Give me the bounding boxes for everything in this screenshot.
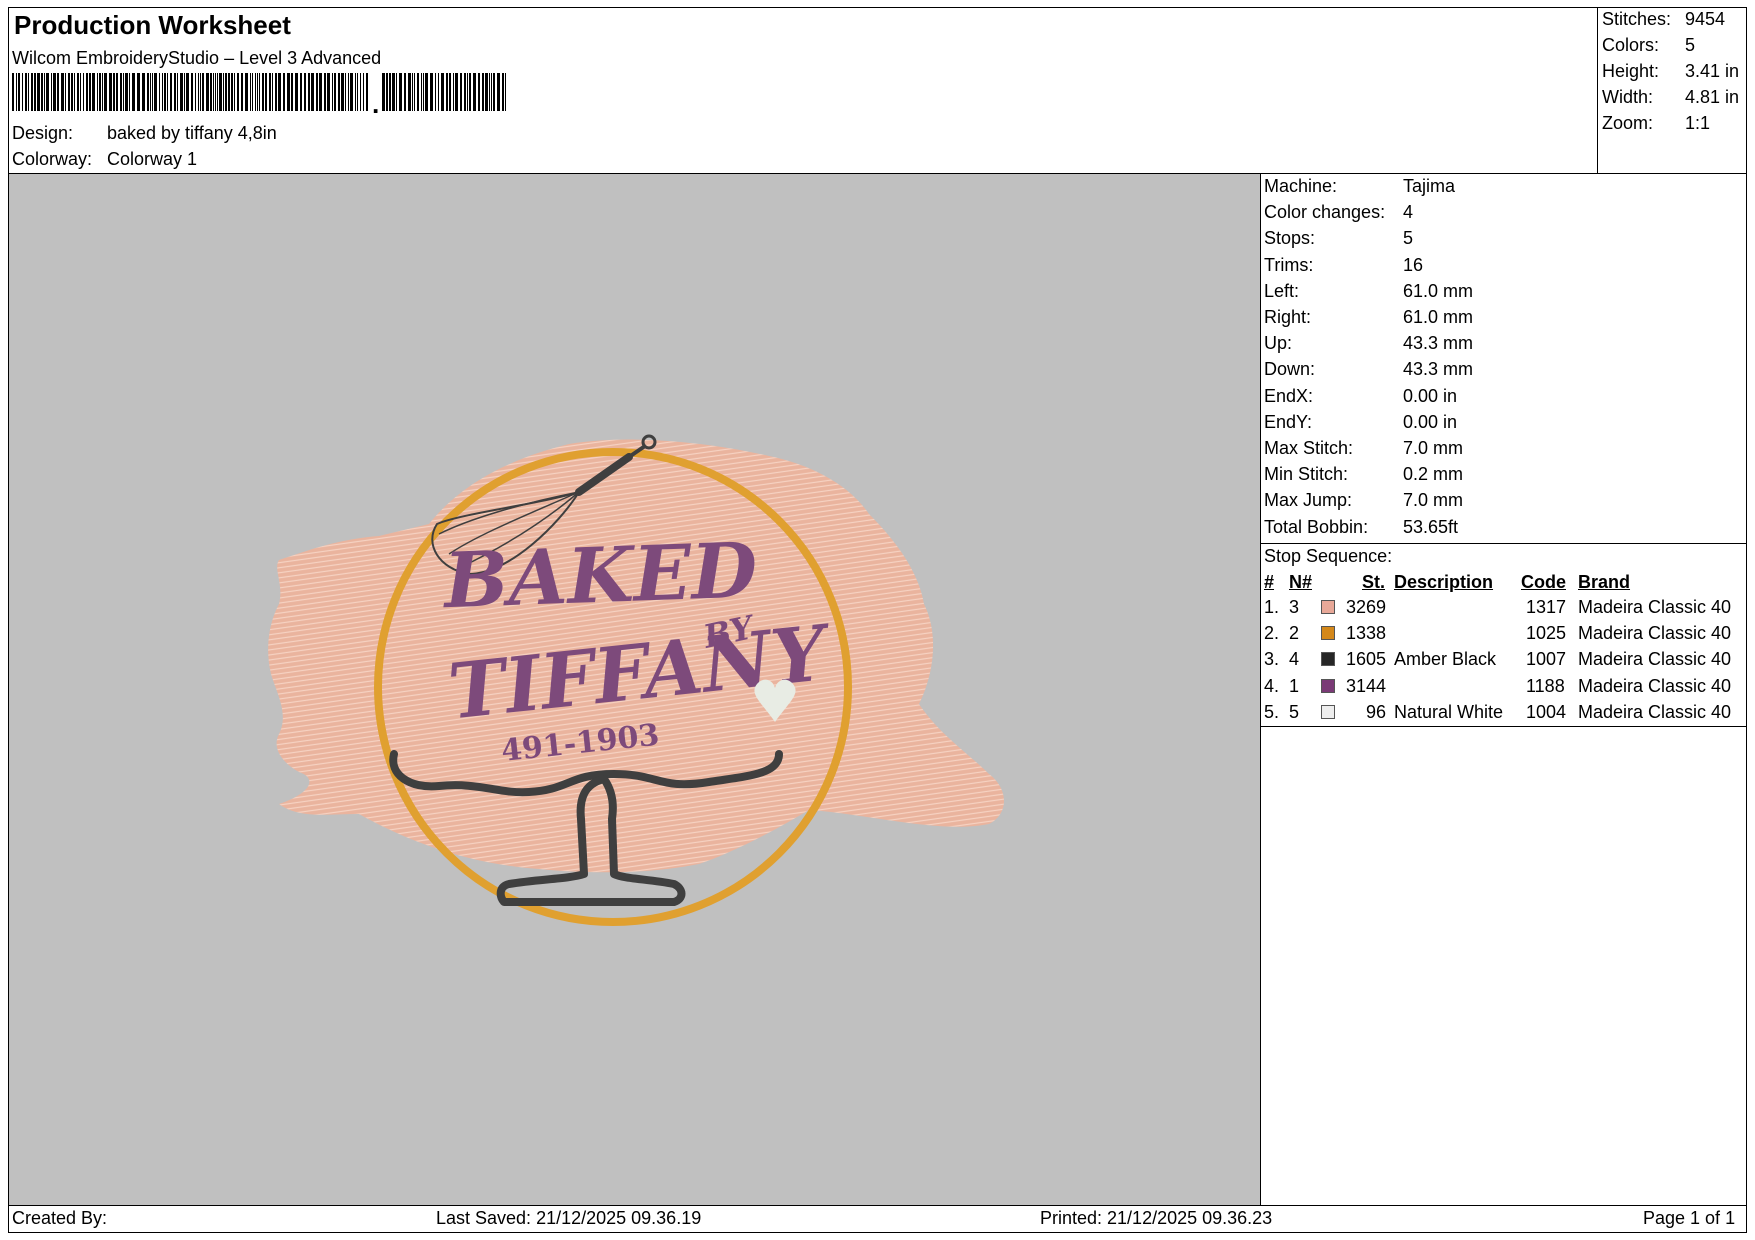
stop-row: 2. 2 1338 1025 Madeira Classic 40 — [1264, 623, 1744, 647]
thread-code: 1007 — [1526, 649, 1567, 670]
col-needle: N# — [1289, 572, 1313, 592]
stop-row: 3. 4 1605 Amber Black 1007 Madeira Classic 40 — [1264, 649, 1744, 673]
needle-number: 1 — [1289, 675, 1300, 696]
thread-brand: Madeira Classic 40 — [1578, 649, 1732, 670]
machine-info-label: Down: — [1264, 359, 1316, 380]
brand-line1: BAKED — [441, 525, 759, 625]
needle-number: 4 — [1289, 649, 1300, 670]
summary-value: 4.81 in — [1685, 87, 1740, 107]
col-description: Description — [1394, 572, 1494, 592]
machine-info-value: 0.2 mm — [1403, 464, 1464, 485]
machine-info-label: Right: — [1264, 307, 1312, 327]
machine-info-value: 43.3 mm — [1403, 333, 1474, 354]
machine-info-label: EndY: — [1264, 411, 1313, 432]
summary-value: 3.41 in — [1685, 61, 1740, 81]
summary-value: 1:1 — [1685, 113, 1711, 133]
barcode: , — [12, 73, 506, 113]
machine-info-value: Tajima — [1403, 176, 1456, 196]
col-num: # — [1264, 572, 1275, 592]
color-swatch — [1321, 626, 1335, 641]
machine-info-value: 61.0 mm — [1403, 307, 1474, 327]
stop-row: 5. 5 96 Natural White 1004 Madeira Classic 40 — [1264, 702, 1744, 726]
stop-row: 4. 1 3144 1188 Madeira Classic 40 — [1264, 676, 1744, 700]
machine-info-value: 0.00 in — [1403, 385, 1458, 406]
needle-number: 3 — [1289, 597, 1300, 617]
machine-info-label: Total Bobbin: — [1264, 516, 1369, 537]
created-by: Created By: — [12, 1208, 108, 1228]
design-value: baked by tiffany 4,8in — [107, 123, 277, 143]
design-label: Design: — [12, 123, 74, 143]
software-name: Wilcom EmbroideryStudio – Level 3 Advanc… — [12, 48, 382, 68]
stitch-count: 3269 — [1345, 597, 1386, 617]
stitch-count: 1605 — [1345, 649, 1386, 670]
summary-label: Zoom: — [1602, 113, 1654, 133]
machine-info-label: Up: — [1264, 333, 1293, 354]
thread-code: 1188 — [1526, 675, 1565, 696]
color-swatch — [1321, 652, 1335, 667]
thread-description: Natural White — [1394, 701, 1504, 722]
stop-number: 3. — [1264, 649, 1280, 670]
machine-info-value: 53.65ft — [1403, 516, 1459, 537]
stitch-count: 3144 — [1345, 675, 1386, 696]
thread-brand: Madeira Classic 40 — [1578, 623, 1732, 644]
col-stitches: St. — [1362, 572, 1386, 592]
color-swatch — [1321, 704, 1335, 719]
summary-value: 5 — [1685, 35, 1696, 55]
thread-description: Amber Black — [1394, 649, 1497, 670]
needle-number: 5 — [1289, 701, 1300, 722]
machine-info-value: 0.00 in — [1403, 411, 1458, 432]
stop-sequence-heading: Stop Sequence: — [1264, 546, 1393, 566]
machine-info-label: Color changes: — [1264, 202, 1386, 223]
machine-info-value: 7.0 mm — [1403, 490, 1464, 511]
col-code: Code — [1521, 572, 1566, 592]
stop-number: 1. — [1264, 597, 1280, 617]
machine-info-label: EndX: — [1264, 385, 1314, 406]
machine-info-value: 61.0 mm — [1403, 280, 1474, 301]
thread-code: 1025 — [1526, 623, 1567, 644]
machine-info-label: Stops: — [1264, 228, 1316, 249]
stitch-count: 1338 — [1345, 623, 1386, 644]
color-swatch — [1321, 678, 1335, 693]
thread-brand: Madeira Classic 40 — [1578, 675, 1732, 696]
machine-info-label: Left: — [1264, 280, 1300, 301]
last-saved: Last Saved: 21/12/2025 09.36.19 — [436, 1208, 702, 1228]
colorway-value: Colorway 1 — [107, 149, 198, 169]
colorway-label: Colorway: — [12, 149, 93, 169]
stop-number: 4. — [1264, 675, 1280, 696]
machine-info-label: Machine: — [1264, 176, 1338, 196]
summary-label: Width: — [1602, 87, 1654, 107]
summary-label: Colors: — [1602, 35, 1660, 55]
summary-label: Height: — [1602, 61, 1660, 81]
svg-text:,: , — [372, 89, 379, 113]
summary-label: Stitches: — [1602, 9, 1672, 29]
needle-number: 2 — [1289, 623, 1300, 644]
thread-brand: Madeira Classic 40 — [1578, 701, 1732, 722]
summary-value: 9454 — [1685, 9, 1726, 29]
thread-code: 1004 — [1526, 701, 1567, 722]
machine-info-value: 43.3 mm — [1403, 359, 1474, 380]
design-preview: BAKED BY TIFFANY 491-1903 — [9, 174, 1260, 1205]
machine-info-value: 5 — [1403, 228, 1414, 249]
stop-number: 2. — [1264, 623, 1280, 644]
color-swatch — [1321, 600, 1335, 614]
thread-brand: Madeira Classic 40 — [1578, 597, 1732, 617]
printed-date: Printed: 21/12/2025 09.36.23 — [1040, 1208, 1273, 1228]
machine-info-value: 7.0 mm — [1403, 438, 1464, 458]
machine-info-label: Min Stitch: — [1264, 464, 1349, 485]
machine-info-label: Max Jump: — [1264, 490, 1353, 511]
thread-code: 1317 — [1526, 597, 1567, 617]
stitch-count: 96 — [1365, 701, 1386, 722]
machine-info-value: 4 — [1403, 202, 1414, 223]
worksheet-title: Production Worksheet — [14, 10, 291, 40]
col-brand: Brand — [1578, 572, 1631, 592]
machine-info-value: 16 — [1403, 254, 1424, 275]
machine-info-label: Trims: — [1264, 254, 1314, 275]
stop-number: 5. — [1264, 701, 1280, 722]
stop-row: 1. 3 3269 1317 Madeira Classic 40 — [1264, 597, 1744, 621]
machine-info-label: Max Stitch: — [1264, 438, 1354, 458]
page-number: Page 1 of 1 — [1643, 1208, 1736, 1228]
